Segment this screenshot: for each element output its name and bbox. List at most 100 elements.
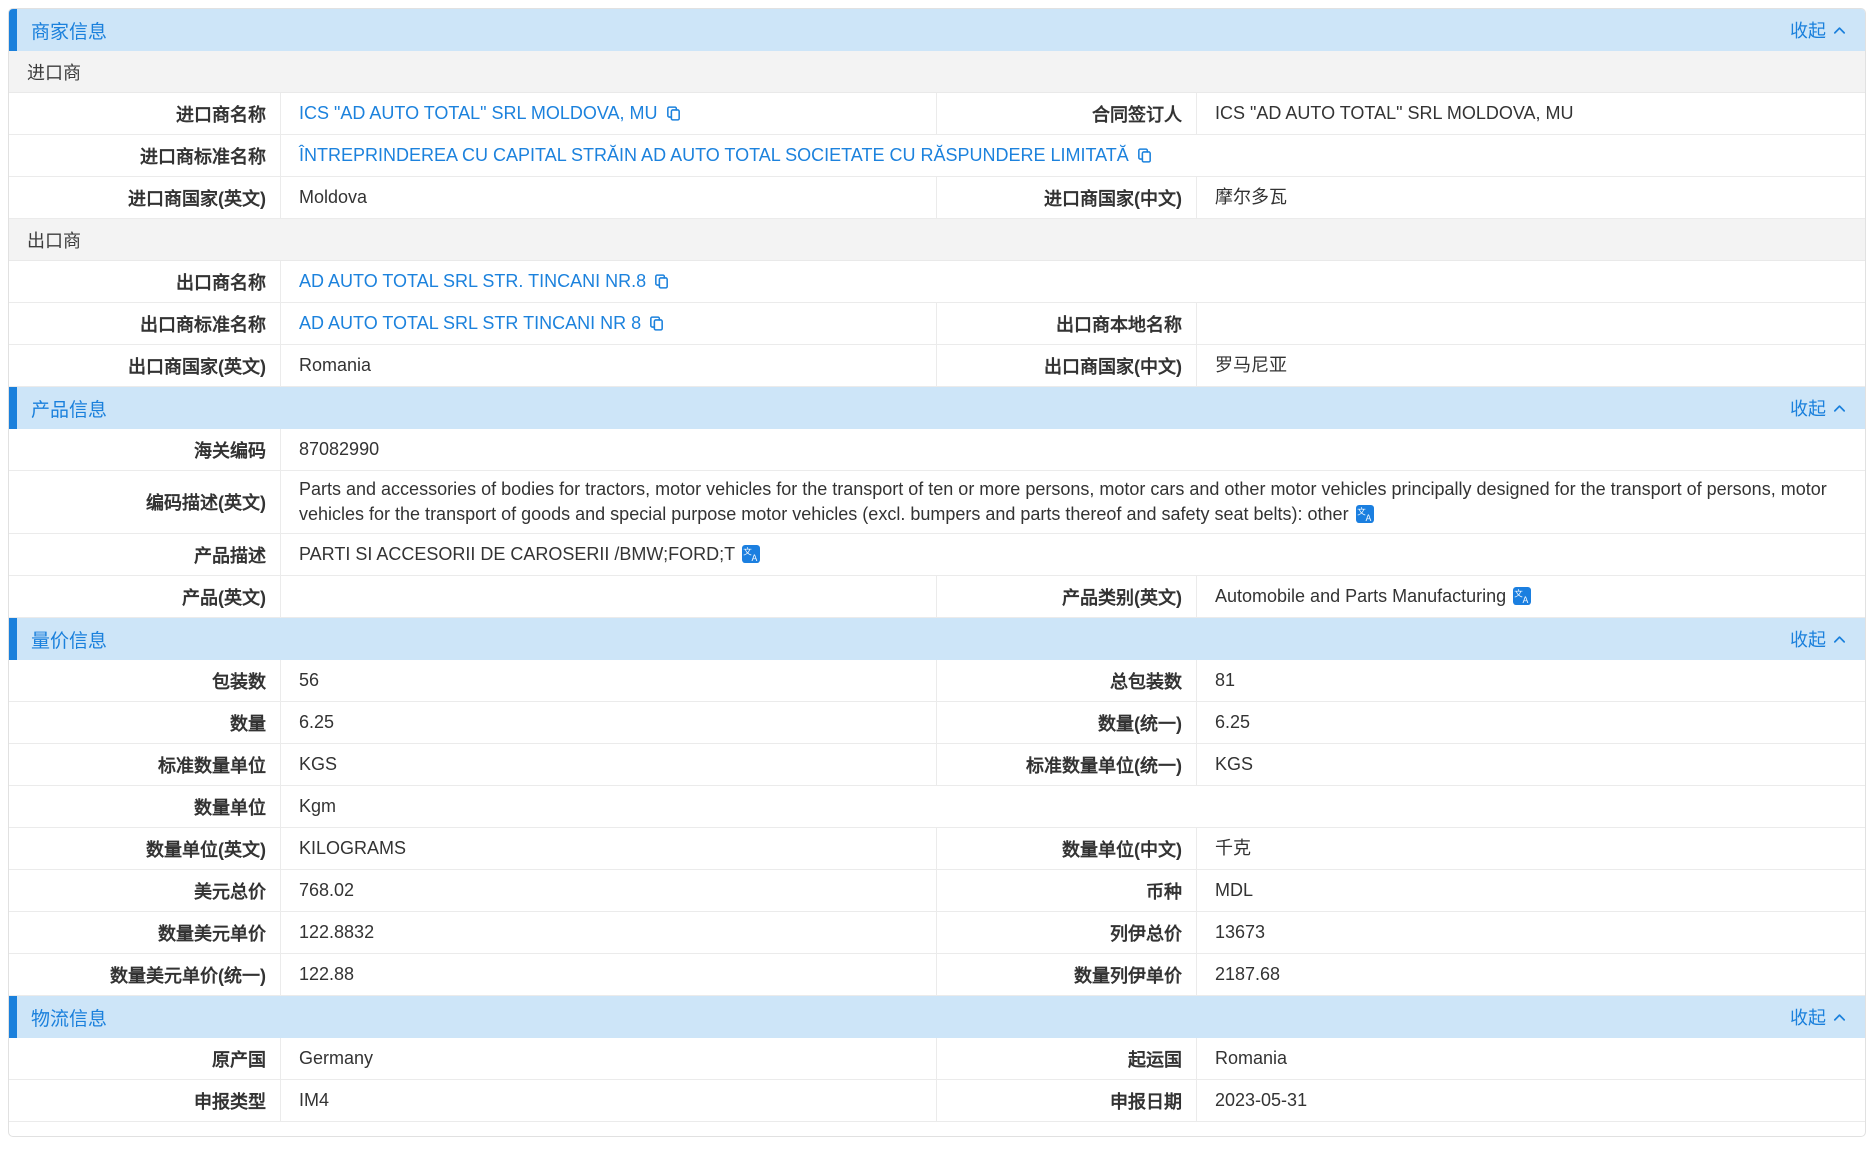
field-label-text: 数量单位(英文) [146,836,266,862]
field-value-link[interactable]: ÎNTREPRINDEREA CU CAPITAL STRĂIN AD AUTO… [299,145,1129,165]
field-label-text: 产品描述 [194,542,266,568]
field-value: Romania [1197,1038,1865,1079]
svg-text:A: A [752,554,758,563]
field-value-text: 122.8832 [299,922,374,942]
field-value-text: MDL [1215,880,1253,900]
section-0: 商家信息 收起进口商进口商名称ICS "AD AUTO TOTAL" SRL MO… [9,9,1865,387]
field-value-wrap: KGS [299,752,337,777]
section-title: 商家信息 [17,17,107,44]
field-value-wrap: 87082990 [299,437,379,462]
section-accent-bar [9,9,17,51]
field-value-wrap: ICS "AD AUTO TOTAL" SRL MOLDOVA, MU [1215,101,1574,126]
group-subheader: 进口商 [9,51,1865,93]
field-value-wrap: Kgm [299,794,336,819]
field-label: 列伊总价 [936,912,1197,953]
field-label-text: 申报日期 [1110,1088,1182,1114]
field-label: 起运国 [936,1038,1197,1079]
copy-icon[interactable] [1136,147,1153,164]
field-value-link[interactable]: AD AUTO TOTAL SRL STR. TINCANI NR.8 [299,271,646,291]
field-value: 81 [1197,660,1865,701]
field-value: AD AUTO TOTAL SRL STR. TINCANI NR.8 [281,261,1865,302]
field-value-text: KGS [299,754,337,774]
section-accent-bar [9,996,17,1038]
field-value-wrap: 罗马尼亚 [1215,353,1287,378]
collapse-button[interactable]: 收起 [1790,1004,1865,1030]
field-label-text: 数量美元单价 [158,920,266,946]
field-label-text: 总包装数 [1110,668,1182,694]
field-value: KILOGRAMS [281,828,936,869]
field-row: 海关编码 87082990 [9,429,1865,471]
translate-icon[interactable]: 文A [1513,587,1531,605]
collapse-button[interactable]: 收起 [1790,17,1865,43]
field-value-wrap: KILOGRAMS [299,836,406,861]
field-value [1197,303,1865,344]
field-row: 出口商标准名称 AD AUTO TOTAL SRL STR TINCANI NR … [9,303,1865,345]
field-value-text: 2187.68 [1215,964,1280,984]
field-value: 千克 [1197,828,1865,869]
section-title: 物流信息 [17,1004,107,1031]
copy-icon[interactable] [648,315,665,332]
field-value-wrap: Romania [1215,1046,1287,1071]
field-value-link[interactable]: ICS "AD AUTO TOTAL" SRL MOLDOVA, MU [299,103,658,123]
trade-record-panel: 商家信息收起进口商进口商名称ICS "AD AUTO TOTAL" SRL MO… [8,8,1866,1137]
field-row: 数量单位(英文) KILOGRAMS 数量单位(中文) 千克 [9,828,1865,870]
field-value: 87082990 [281,429,1865,470]
field-value-text: KGS [1215,754,1253,774]
field-value: 罗马尼亚 [1197,345,1865,386]
section-3: 物流信息收起原产国Germany起运国Romania申报类型IM4申报日期202… [9,996,1865,1122]
field-label-text: 数量单位(中文) [1062,836,1182,862]
field-label-text: 出口商名称 [176,269,266,295]
field-label-text: 数量单位 [194,794,266,820]
field-label-text: 出口商国家(英文) [128,353,266,379]
field-label: 进口商标准名称 [9,135,281,176]
group-subheader: 出口商 [9,219,1865,261]
copy-icon[interactable] [665,105,682,122]
field-label-text: 数量列伊单价 [1074,962,1182,988]
field-value-wrap: KGS [1215,752,1253,777]
field-label-text: 产品类别(英文) [1062,584,1182,610]
translate-icon[interactable]: 文A [1356,505,1374,523]
field-label-text: 标准数量单位(统一) [1026,752,1182,778]
section-header: 商家信息 收起 [9,9,1865,51]
field-row: 产品(英文)产品类别(英文)Automobile and Parts Manuf… [9,576,1865,618]
collapse-label: 收起 [1790,395,1826,421]
field-row: 美元总价768.02 币种 MDL [9,870,1865,912]
field-label: 海关编码 [9,429,281,470]
field-value-wrap: 13673 [1215,920,1265,945]
collapse-button[interactable]: 收起 [1790,395,1865,421]
field-value-wrap: 2187.68 [1215,962,1280,987]
field-value-text: KILOGRAMS [299,838,406,858]
field-label: 产品类别(英文) [936,576,1197,617]
svg-text:A: A [1523,596,1529,605]
field-value: 122.88 [281,954,936,995]
field-row: 进口商标准名称 ÎNTREPRINDEREA CU CAPITAL STRĂIN … [9,135,1865,177]
section-1: 产品信息收起海关编码87082990编码描述(英文)Parts and acce… [9,387,1865,618]
field-value-text: Moldova [299,187,367,207]
field-value: 13673 [1197,912,1865,953]
field-value-wrap: 122.8832 [299,920,374,945]
field-value-link[interactable]: AD AUTO TOTAL SRL STR TINCANI NR 8 [299,313,641,333]
field-row: 产品描述 PARTI SI ACCESORII DE CAROSERII /BMW… [9,534,1865,576]
section-header: 物流信息 收起 [9,996,1865,1038]
section-header: 量价信息收起 [9,618,1865,660]
field-label-text: 币种 [1146,878,1182,904]
section-2: 量价信息收起包装数56总包装数81数量6.25数量(统一)6.25标准数量单位K… [9,618,1865,996]
field-row: 进口商名称ICS "AD AUTO TOTAL" SRL MOLDOVA, MU… [9,93,1865,135]
chevron-up-icon [1832,23,1847,38]
copy-icon[interactable] [653,273,670,290]
field-label: 美元总价 [9,870,281,911]
field-value-wrap: 56 [299,668,319,693]
field-value-text: IM4 [299,1090,329,1110]
field-value-wrap: 81 [1215,668,1235,693]
field-label: 编码描述(英文) [9,471,281,533]
field-value: ICS "AD AUTO TOTAL" SRL MOLDOVA, MU [1197,93,1865,134]
translate-icon[interactable]: 文A [742,545,760,563]
field-value-wrap: AD AUTO TOTAL SRL STR TINCANI NR 8 [299,311,665,336]
field-value-wrap: PARTI SI ACCESORII DE CAROSERII /BMW;FOR… [299,542,760,567]
field-label: 出口商标准名称 [9,303,281,344]
field-row: 出口商国家(英文)Romania出口商国家(中文)罗马尼亚 [9,345,1865,387]
field-value-wrap: Parts and accessories of bodies for trac… [299,477,1853,527]
field-value-wrap: 2023-05-31 [1215,1088,1307,1113]
field-value: 768.02 [281,870,936,911]
collapse-button[interactable]: 收起 [1790,626,1865,652]
